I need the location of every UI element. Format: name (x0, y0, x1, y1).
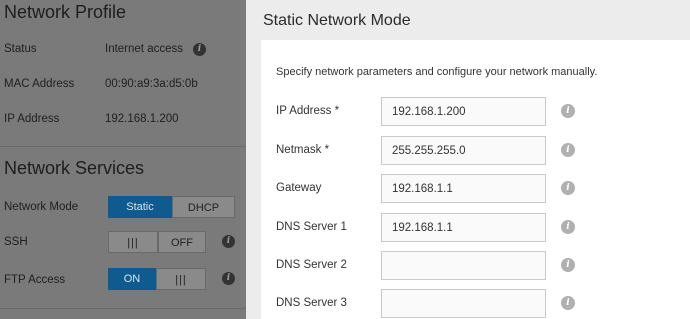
ssh-info-icon[interactable]: i (222, 235, 235, 248)
netmask-info-icon[interactable]: i (561, 143, 575, 157)
dialog-content: Specify network parameters and configure… (261, 40, 690, 319)
status-label: Status (4, 43, 37, 55)
ssh-label: SSH (4, 236, 28, 248)
ftp-info-icon[interactable]: i (222, 272, 235, 285)
ftp-toggle-state[interactable]: ON (108, 268, 156, 290)
gateway-input[interactable] (381, 174, 546, 203)
ssh-toggle-handle[interactable]: ||| (108, 231, 158, 253)
network-mode-label: Network Mode (4, 201, 79, 213)
divider (0, 308, 246, 309)
dns-server-1-info-icon[interactable]: i (561, 220, 575, 234)
dns-server-1-field-label: DNS Server 1 (276, 221, 347, 233)
gateway-field-label: Gateway (276, 182, 322, 194)
dns-server-1-input[interactable] (381, 213, 546, 242)
mode-static-button[interactable]: Static (108, 196, 172, 218)
static-network-mode-dialog: Static Network Mode Specify network para… (246, 0, 690, 319)
dns-server-2-input[interactable] (381, 251, 546, 280)
status-info-icon[interactable]: i (193, 43, 206, 56)
ftp-access-label: FTP Access (4, 274, 66, 286)
ip-address-value: 192.168.1.200 (105, 113, 179, 125)
status-value: Internet access (105, 43, 183, 55)
ip-address-field-label: IP Address * (276, 105, 340, 117)
network-services-heading: Network Services (4, 158, 145, 178)
dns-server-3-info-icon[interactable]: i (561, 296, 575, 310)
ftp-toggle-handle[interactable]: ||| (156, 268, 206, 290)
dns-server-3-field-label: DNS Server 3 (276, 297, 347, 309)
divider (0, 146, 246, 147)
mac-address-value: 00:90:a9:3a:d5:0b (105, 78, 198, 90)
background-page: Network Profile Status Internet access i… (0, 0, 246, 319)
mode-dhcp-button[interactable]: DHCP (172, 196, 235, 218)
dialog-description: Specify network parameters and configure… (276, 66, 598, 78)
ssh-toggle-state[interactable]: OFF (158, 231, 206, 253)
dns-server-3-input[interactable] (381, 289, 546, 318)
dns-server-2-info-icon[interactable]: i (561, 258, 575, 272)
mac-address-label: MAC Address (4, 78, 75, 90)
ip-address-label: IP Address (4, 113, 60, 125)
gateway-info-icon[interactable]: i (561, 181, 575, 195)
ip-address-input[interactable] (381, 97, 546, 126)
network-profile-heading: Network Profile (4, 2, 127, 22)
netmask-field-label: Netmask * (276, 144, 330, 156)
netmask-input[interactable] (381, 136, 546, 165)
dns-server-2-field-label: DNS Server 2 (276, 259, 347, 271)
dialog-title: Static Network Mode (263, 12, 411, 29)
ip-address-info-icon[interactable]: i (561, 104, 575, 118)
